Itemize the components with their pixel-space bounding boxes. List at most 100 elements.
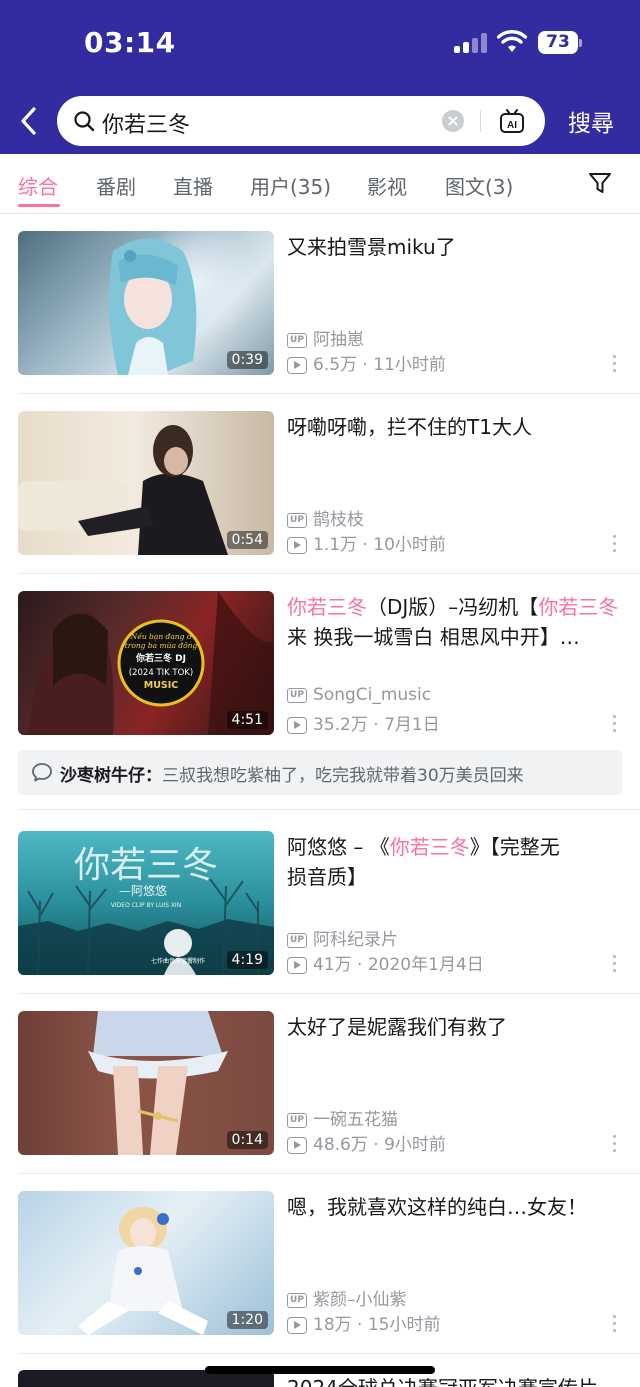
publish-time: 11小时前 (373, 355, 446, 375)
divider (480, 110, 481, 132)
play-stats: 48.6万 · 9小时前 (287, 1130, 446, 1155)
more-options-icon[interactable] (611, 535, 619, 555)
comment-body: 三叔我想吃紫柚了，吃完我就带着30万美员回来 (162, 766, 524, 786)
up-badge-icon: UP (287, 687, 307, 703)
uploader-name: 一碗五花猫 (313, 1110, 398, 1130)
wifi-icon (497, 30, 527, 52)
play-count-icon (287, 536, 307, 554)
thumb-text: 七作曲音乐音響制作 (151, 957, 205, 965)
thumb-text: MUSIC (144, 680, 179, 691)
duration-badge: 0:54 (226, 531, 268, 549)
video-title[interactable]: 你若三冬（DJ版）–冯纫机【你若三冬来 换我一城雪白 相思风中开】… (287, 592, 627, 652)
ai-assistant-icon[interactable]: AI (499, 108, 525, 134)
tab-live[interactable]: 直播 (173, 171, 213, 200)
more-options-icon[interactable] (611, 355, 619, 375)
more-options-icon[interactable] (611, 1315, 619, 1335)
cellular-signal-icon (454, 33, 488, 53)
up-badge-icon: UP (287, 1292, 307, 1308)
view-count: 6.5万 (313, 355, 358, 375)
search-icon (74, 111, 95, 132)
duration-badge: 0:14 (226, 1131, 268, 1149)
video-item[interactable]: 1:20 嗯，我就喜欢这样的纯白…女友！ UP 紫颜–小仙紫 18万 · 15小时… (0, 1174, 640, 1354)
publish-time: 7月1日 (384, 715, 440, 735)
view-count: 18万 (313, 1315, 352, 1335)
tab-film[interactable]: 影视 (367, 171, 407, 200)
play-stats: 35.2万 · 7月1日 (287, 710, 440, 735)
play-count-icon (287, 1136, 307, 1154)
comment-icon (32, 763, 52, 782)
video-thumbnail[interactable]: 0:39 (18, 231, 274, 375)
publish-time: 15小时前 (367, 1315, 441, 1335)
publish-time: 9小时前 (384, 1135, 446, 1155)
uploader-name: SongCi_music (313, 685, 432, 705)
video-item[interactable]: 0:54 呀嘞呀嘞，拦不住的T1大人 UP 鹊枝枝 1.1万 · 10小时前 (0, 394, 640, 574)
active-tab-indicator (18, 204, 60, 207)
thumb-text: Nếu bạn đang ở (130, 632, 193, 641)
uploader[interactable]: UP 紫颜–小仙紫 (287, 1285, 407, 1310)
video-thumbnail[interactable]: 1:20 (18, 1191, 274, 1335)
play-stats: 41万 · 2020年1月4日 (287, 950, 484, 975)
status-time: 03:14 (84, 26, 176, 59)
thumb-text: —阿悠悠 (119, 883, 167, 898)
publish-time: 10小时前 (373, 535, 446, 555)
video-title[interactable]: 2024全球总决赛冠亚军决赛宣传片 (287, 1372, 598, 1387)
battery-level: 73 (538, 31, 578, 54)
uploader[interactable]: UP 阿抽崽 (287, 325, 364, 350)
duration-badge: 1:20 (226, 1311, 268, 1329)
uploader[interactable]: UP 一碗五花猫 (287, 1105, 398, 1130)
uploader[interactable]: UP 鹊枝枝 (287, 505, 364, 530)
duration-badge: 4:51 (226, 711, 268, 729)
video-item[interactable]: 你若三冬 —阿悠悠 VIDEO CLIP BY LUIS XIN 七作曲音乐音響… (0, 814, 640, 994)
video-thumbnail[interactable]: Nếu bạn đang ở trong ba mùa đông 你若三冬 DJ… (18, 591, 274, 735)
publish-time: 2020年1月4日 (367, 955, 484, 975)
back-arrow-icon[interactable] (18, 106, 40, 136)
tab-comprehensive[interactable]: 综合 (18, 171, 58, 200)
clear-icon[interactable] (442, 110, 464, 132)
video-thumbnail[interactable]: 0:54 (18, 411, 274, 555)
video-thumbnail[interactable]: 你若三冬 —阿悠悠 VIDEO CLIP BY LUIS XIN 七作曲音乐音響… (18, 831, 274, 975)
tab-users[interactable]: 用户(35) (250, 171, 331, 200)
video-title[interactable]: 太好了是妮露我们有救了 (287, 1012, 627, 1042)
view-count: 1.1万 (313, 535, 358, 555)
tab-articles[interactable]: 图文(3) (445, 171, 513, 200)
search-query: 你若三冬 (102, 113, 191, 138)
search-input[interactable]: 你若三冬 AI (57, 96, 545, 146)
category-tabs: 综合 番剧 直播 用户(35) 影视 图文(3) (0, 154, 640, 214)
view-count: 41万 (313, 955, 352, 975)
video-title[interactable]: 嗯，我就喜欢这样的纯白…女友！ (287, 1192, 627, 1222)
duration-badge: 0:39 (226, 351, 268, 369)
play-stats: 18万 · 15小时前 (287, 1310, 441, 1335)
uploader-name: 紫颜–小仙紫 (313, 1290, 407, 1310)
thumb-text: 你若三冬 DJ (135, 652, 186, 664)
top-bar: 03:14 73 你若三冬 AI 搜尋 (0, 0, 640, 154)
comment-user: 沙枣树牛仔： (60, 766, 162, 786)
uploader-name: 阿抽崽 (313, 330, 364, 350)
play-count-icon (287, 956, 307, 974)
video-thumbnail[interactable]: 0:14 (18, 1011, 274, 1155)
video-item[interactable]: 0:39 又来拍雪景miku了 UP 阿抽崽 6.5万 · 11小时前 (0, 214, 640, 394)
play-count-icon (287, 356, 307, 374)
uploader[interactable]: UP SongCi_music (287, 685, 431, 705)
play-count-icon (287, 1316, 307, 1334)
thumb-text: 你若三冬 (74, 845, 218, 886)
filter-icon[interactable] (587, 170, 613, 196)
battery-icon: 73 (538, 31, 582, 54)
more-options-icon[interactable] (611, 955, 619, 975)
home-indicator (205, 1366, 435, 1374)
play-stats: 6.5万 · 11小时前 (287, 350, 446, 375)
more-options-icon[interactable] (611, 715, 619, 735)
play-count-icon (287, 716, 307, 734)
video-title[interactable]: 阿悠悠 – 《你若三冬》【完整无损音质】 (287, 832, 577, 892)
uploader[interactable]: UP 阿科纪录片 (287, 925, 398, 950)
thumb-text: VIDEO CLIP BY LUIS XIN (111, 902, 181, 909)
up-badge-icon: UP (287, 512, 307, 528)
video-title[interactable]: 又来拍雪景miku了 (287, 232, 627, 262)
top-comment[interactable]: 沙枣树牛仔：三叔我想吃紫柚了，吃完我就带着30万美员回来 (18, 750, 622, 795)
tab-anime[interactable]: 番剧 (96, 171, 136, 200)
video-title[interactable]: 呀嘞呀嘞，拦不住的T1大人 (287, 412, 627, 442)
more-options-icon[interactable] (611, 1135, 619, 1155)
video-item[interactable]: 0:14 太好了是妮露我们有救了 UP 一碗五花猫 48.6万 · 9小时前 (0, 994, 640, 1174)
search-button[interactable]: 搜尋 (568, 104, 614, 138)
divider (18, 809, 640, 810)
svg-text:AI: AI (507, 120, 517, 131)
